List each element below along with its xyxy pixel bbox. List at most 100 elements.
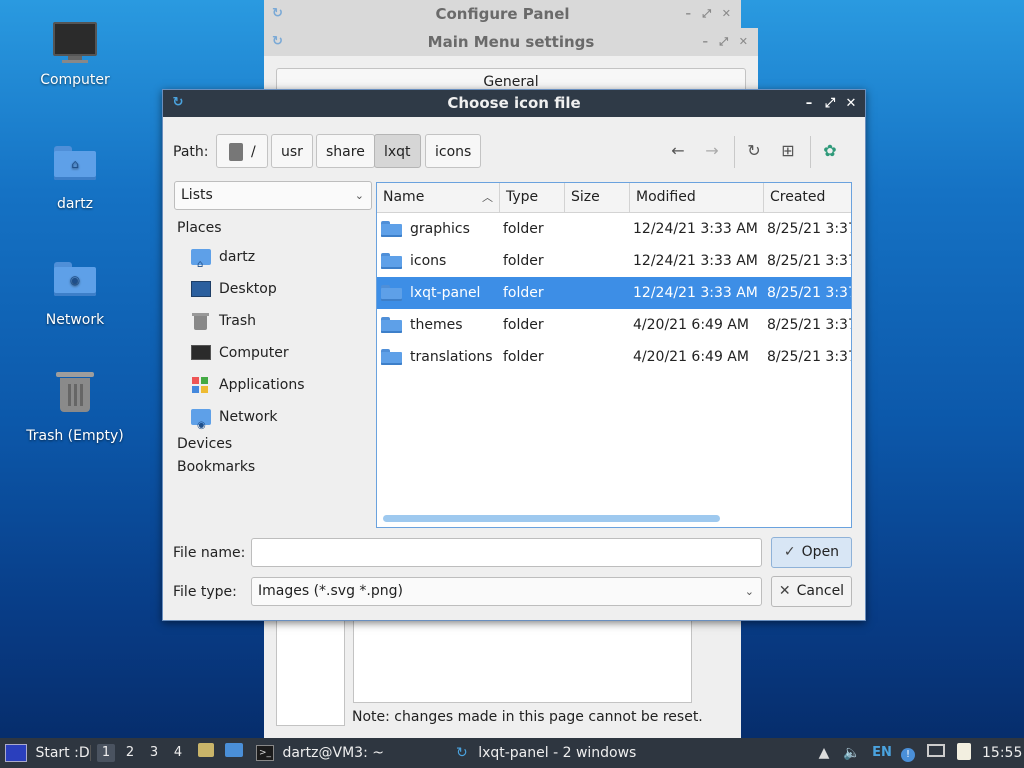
file-modified-cell: 12/24/21 3:33 AM (633, 221, 758, 237)
workspace-2[interactable]: 2 (121, 744, 139, 762)
drive-icon (229, 143, 243, 161)
keyboard-layout-indicator[interactable]: EN (870, 743, 894, 763)
forward-arrow-icon[interactable]: → (699, 138, 725, 164)
dialog-titlebar[interactable]: ↻ Choose icon file – ⤢ ✕ (163, 90, 865, 117)
computer-icon (53, 22, 97, 66)
start-menu-button[interactable]: Start :D (5, 738, 90, 768)
volume-icon[interactable]: 🔈 (842, 743, 862, 763)
desktop-icon-home[interactable]: ⌂ dartz (20, 140, 130, 212)
crumb-lxqt[interactable]: lxqt (374, 134, 421, 168)
minimize-icon[interactable]: – (686, 0, 692, 28)
file-manager-icon[interactable] (224, 743, 244, 763)
new-folder-icon[interactable]: ⊞ (775, 138, 801, 164)
tray-arrow-icon[interactable]: ▲ (814, 743, 834, 763)
main-menu-settings-body: General (264, 56, 758, 92)
close-icon[interactable]: ✕ (722, 0, 731, 28)
column-label: Size (571, 189, 600, 205)
file-modified-cell: 4/20/21 6:49 AM (633, 349, 749, 365)
start-icon (5, 744, 27, 762)
place-item-trash[interactable]: Trash (191, 307, 366, 335)
back-arrow-icon[interactable]: ← (665, 138, 691, 164)
place-item-network[interactable]: ◉ Network (191, 403, 366, 431)
file-name-input[interactable] (251, 538, 762, 567)
clock[interactable]: 15:55 (982, 738, 1022, 768)
button-label: Open (801, 544, 840, 560)
toolbar-separator (734, 136, 735, 168)
file-type-cell: folder (503, 317, 544, 333)
table-row[interactable]: themes folder 4/20/21 6:49 AM 8/25/21 3:… (377, 309, 851, 341)
home-folder-icon: ⌂ (191, 249, 211, 270)
table-row-selected[interactable]: lxqt-panel folder 12/24/21 3:33 AM 8/25/… (377, 277, 851, 309)
network-folder-icon: ◉ (191, 409, 211, 431)
column-label: Modified (636, 189, 696, 205)
desktop-icon-network[interactable]: ◉ Network (20, 256, 130, 328)
devices-heading[interactable]: Devices (177, 436, 232, 452)
file-list[interactable]: Name ︿ Type Size Modified Created graphi… (376, 182, 852, 528)
crumb-root[interactable]: / (216, 134, 268, 168)
network-status-icon[interactable] (926, 743, 946, 763)
table-row[interactable]: icons folder 12/24/21 3:33 AM 8/25/21 3:… (377, 245, 851, 277)
column-header-name[interactable]: Name ︿ (377, 183, 500, 212)
tree-view-icon[interactable]: ✿ (817, 138, 843, 164)
main-menu-settings-titlebar[interactable]: ↻ Main Menu settings – ⤢ ✕ (264, 28, 758, 56)
crumb-icons[interactable]: icons (425, 134, 482, 168)
show-desktop-icon[interactable] (196, 743, 216, 763)
desktop-icon-computer[interactable]: Computer (20, 22, 130, 88)
category-list[interactable] (276, 619, 345, 726)
clipboard-icon[interactable] (954, 743, 974, 763)
home-folder-icon: ⌂ (53, 146, 97, 190)
bookmarks-heading[interactable]: Bookmarks (177, 459, 255, 475)
file-created-cell: 8/25/21 3:37 (767, 317, 852, 333)
maximize-icon[interactable]: ⤢ (820, 90, 840, 117)
column-header-size[interactable]: Size (565, 183, 630, 212)
desktop-icon-label: Network (45, 312, 105, 328)
maximize-icon[interactable]: ⤢ (702, 0, 711, 28)
column-header-created[interactable]: Created (764, 183, 851, 212)
workspace-label: 1 (101, 745, 111, 760)
table-row[interactable]: translations folder 4/20/21 6:49 AM 8/25… (377, 341, 851, 373)
crumb-label: share (326, 144, 365, 160)
close-icon[interactable]: ✕ (739, 28, 748, 56)
crumb-usr[interactable]: usr (271, 134, 313, 168)
place-item-dartz[interactable]: ⌂ dartz (191, 243, 366, 271)
terminal-icon: >_ (256, 745, 274, 761)
file-name-cell: lxqt-panel (410, 285, 481, 301)
file-name-cell: themes (410, 317, 463, 333)
text-area[interactable] (353, 619, 692, 703)
workspace-1[interactable]: 1 (97, 744, 115, 762)
view-mode-combo[interactable]: Lists ⌄ (174, 181, 372, 210)
file-name-cell: graphics (410, 221, 470, 237)
crumb-label: usr (281, 144, 303, 160)
workspace-3[interactable]: 3 (145, 744, 163, 762)
file-modified-cell: 12/24/21 3:33 AM (633, 285, 758, 301)
configure-panel-titlebar[interactable]: ↻ Configure Panel – ⤢ ✕ (264, 0, 741, 28)
place-item-desktop[interactable]: Desktop (191, 275, 366, 303)
reload-icon[interactable]: ↻ (741, 138, 767, 164)
close-icon[interactable]: ✕ (841, 90, 861, 117)
file-type-cell: folder (503, 221, 544, 237)
network-folder-icon: ◉ (53, 262, 97, 306)
place-item-computer[interactable]: Computer (191, 339, 366, 367)
table-row[interactable]: graphics folder 12/24/21 3:33 AM 8/25/21… (377, 213, 851, 245)
button-label: Cancel (796, 583, 845, 599)
place-item-applications[interactable]: Applications (191, 371, 366, 399)
crumb-label: icons (435, 144, 472, 160)
notification-icon[interactable]: ! (898, 743, 918, 763)
desktop-icon-trash[interactable]: Trash (Empty) (20, 372, 130, 444)
crumb-share[interactable]: share (316, 134, 375, 168)
minimize-icon[interactable]: – (703, 28, 709, 56)
maximize-icon[interactable]: ⤢ (719, 28, 728, 56)
task-lxqt-panel[interactable]: ↻ lxqt-panel - 2 windows (456, 738, 636, 768)
workspace-4[interactable]: 4 (169, 744, 187, 762)
horizontal-scrollbar[interactable] (383, 515, 720, 522)
column-header-type[interactable]: Type (500, 183, 565, 212)
file-type-combo[interactable]: Images (*.svg *.png) ⌄ (251, 577, 762, 606)
applications-icon (191, 377, 209, 393)
taskbar: Start :D 1 2 3 4 >_ dartz@VM3: ~ ↻ lxqt-… (0, 738, 1024, 768)
open-button[interactable]: ✓ Open (771, 537, 852, 568)
column-header-modified[interactable]: Modified (630, 183, 764, 212)
cancel-button[interactable]: ✕ Cancel (771, 576, 852, 607)
file-name-cell: icons (410, 253, 447, 269)
minimize-icon[interactable]: – (799, 90, 819, 117)
task-terminal[interactable]: >_ dartz@VM3: ~ (256, 738, 384, 768)
